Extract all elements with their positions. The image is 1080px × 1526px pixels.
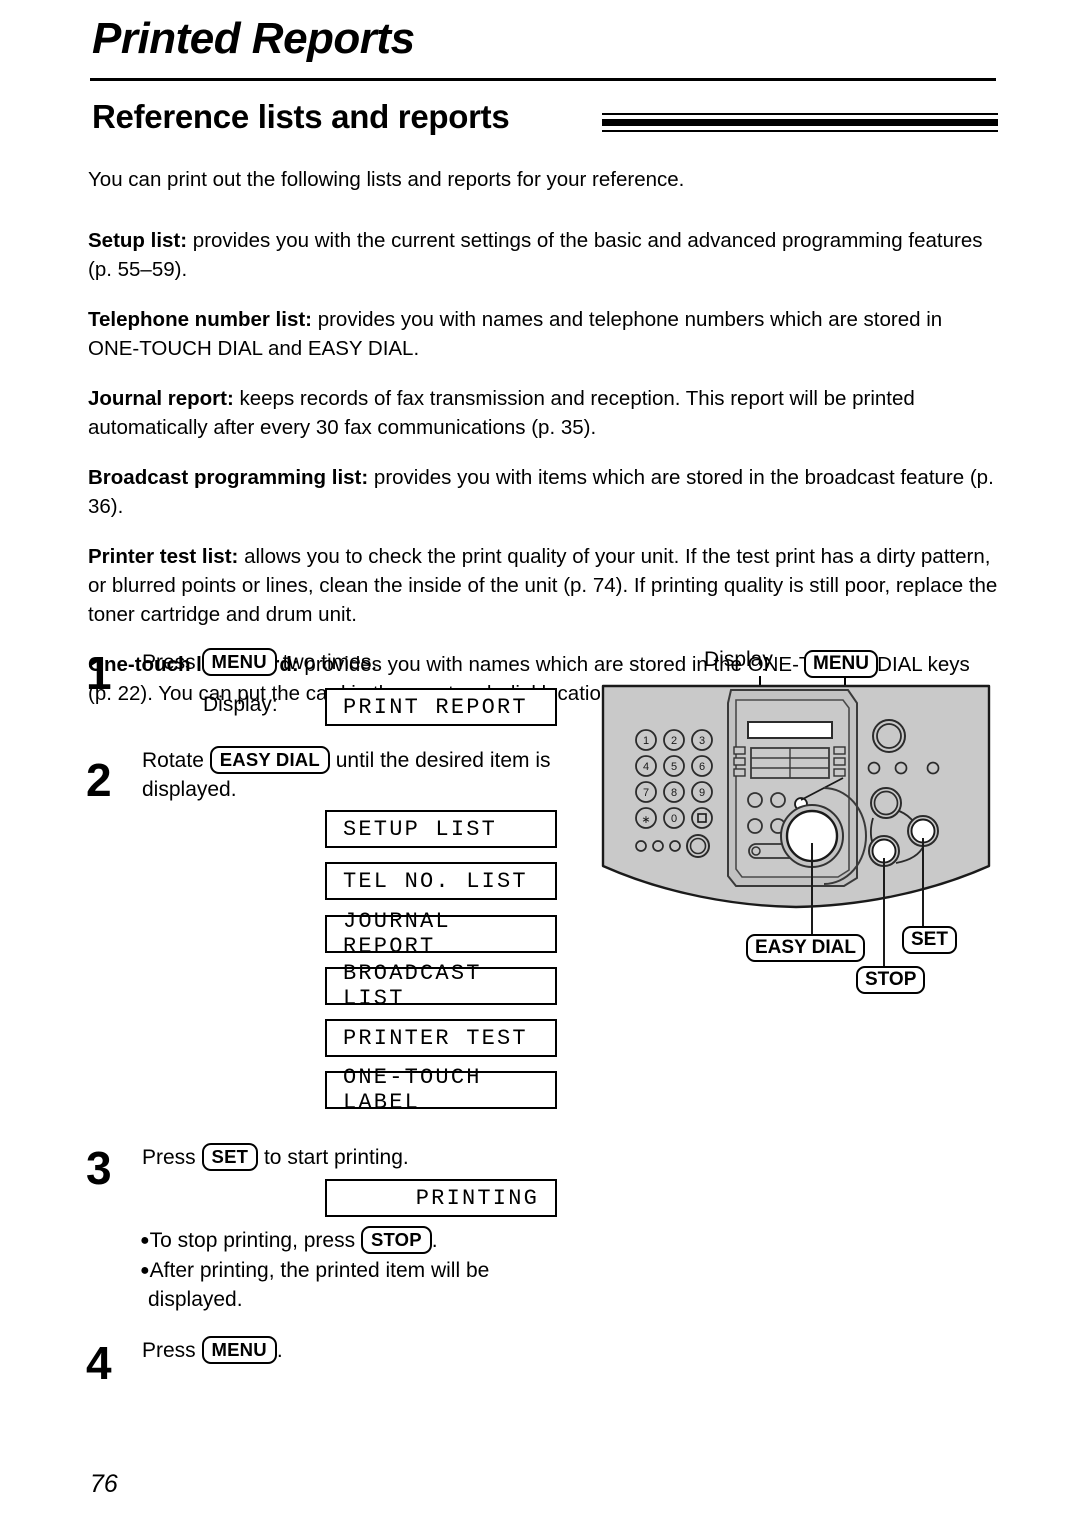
stop-key-step3[interactable]: STOP [360, 1226, 432, 1254]
step-1-instruction: Press MENU two times. [142, 648, 377, 677]
svg-text:1: 1 [643, 735, 649, 747]
svg-text:5: 5 [671, 761, 677, 773]
step-2-instruction: Rotate EASY DIAL until the desired item … [142, 746, 551, 804]
bullet-dot-icon-2: ● [140, 1262, 150, 1279]
svg-text:0: 0 [671, 813, 677, 825]
step-4-text-before: Press [142, 1339, 196, 1362]
svg-text:9: 9 [699, 787, 705, 799]
svg-text:4: 4 [643, 761, 649, 773]
step-3-text-before: Press [142, 1146, 196, 1169]
svg-text:7: 7 [643, 787, 649, 799]
step-2-text-after: until the desired item is [335, 749, 551, 772]
lcd-tel-no-list: TEL NO. LIST [325, 862, 557, 900]
step-3-note-stop-period: . [431, 1229, 438, 1252]
step-4-instruction: Press MENU. [142, 1336, 283, 1365]
step-1-text-after: two times. [282, 651, 378, 674]
menu-key-step4[interactable]: MENU [201, 1336, 277, 1364]
step-4-number: 4 [86, 1337, 112, 1389]
step-3-note-after-line2: displayed. [148, 1288, 243, 1311]
step-2-text-before: Rotate [142, 749, 204, 772]
display-label-step1: Display: [203, 693, 278, 716]
svg-text:8: 8 [671, 787, 677, 799]
step-3-number: 3 [86, 1142, 112, 1194]
lcd-printing: PRINTING [325, 1179, 557, 1217]
step-3-note-after-printing: ●After printing, the printed item will b… [140, 1256, 489, 1285]
lcd-broadcast-list: BROADCAST LIST [325, 961, 557, 1011]
lcd-printer-test: PRINTER TEST [325, 1019, 557, 1057]
step-3-instruction: Press SET to start printing. [142, 1143, 409, 1172]
lcd-setup-list: SETUP LIST [325, 810, 557, 848]
step-3-text-after: to start printing. [263, 1146, 409, 1169]
page-number: 76 [90, 1470, 118, 1498]
svg-text:∗: ∗ [641, 814, 650, 826]
svg-text:3: 3 [699, 735, 705, 747]
step-1-text-before: Press [142, 651, 196, 674]
easy-dial-key-step2[interactable]: EASY DIAL [209, 746, 330, 774]
lcd-journal-report: JOURNAL REPORT [325, 909, 557, 959]
step-2-number: 2 [86, 754, 112, 806]
bullet-dot-icon: ● [140, 1232, 150, 1249]
menu-key-step1[interactable]: MENU [201, 648, 277, 676]
lcd-print-report: PRINT REPORT [325, 688, 557, 726]
step-3-note-stop-text: To stop printing, press [149, 1229, 356, 1252]
step-4-text-after: . [276, 1339, 283, 1362]
svg-text:2: 2 [671, 735, 677, 747]
step-1-number: 1 [86, 647, 112, 699]
manual-page: Printed Reports Reference lists and repo… [0, 0, 1080, 1526]
step-3-note-after-line1: After printing, the printed item will be [149, 1259, 490, 1282]
step-3-note-after-line2-wrap: displayed. [148, 1285, 243, 1314]
fax-control-panel-figure: Display MENU 1 2 3 4 5 6 7 8 9 ∗ 0 EASY … [596, 648, 996, 998]
set-key-step3[interactable]: SET [201, 1143, 259, 1171]
lcd-one-touch-label: ONE-TOUCH LABEL [325, 1065, 557, 1115]
svg-text:6: 6 [699, 761, 705, 773]
callout-easy-dial: EASY DIAL [746, 934, 866, 962]
callout-set: SET [902, 926, 957, 954]
callout-stop: STOP [856, 966, 926, 994]
step-2-text-line2: displayed. [142, 778, 237, 801]
step-3-note-stop: ●To stop printing, press STOP. [140, 1226, 438, 1255]
